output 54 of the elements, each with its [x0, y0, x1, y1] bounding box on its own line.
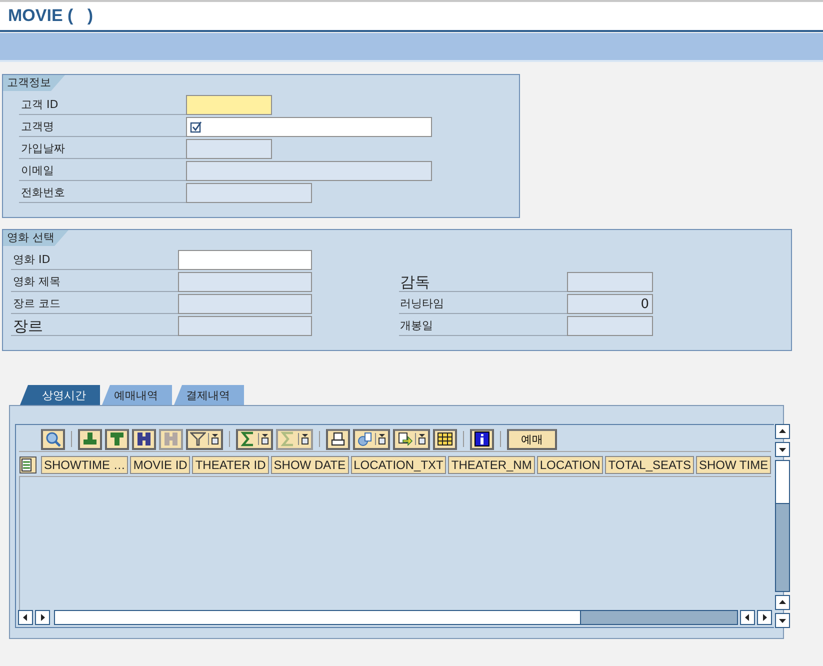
toolbar-button[interactable]: [186, 428, 223, 450]
input-field[interactable]: [567, 272, 653, 292]
dropdown-icon: [375, 433, 386, 445]
scroll-right-button[interactable]: [35, 610, 50, 625]
input-field[interactable]: [186, 95, 272, 115]
column-header[interactable]: MOVIE ID: [130, 456, 190, 474]
scroll-thumb[interactable]: [776, 461, 790, 504]
column-header[interactable]: LOCATION: [536, 456, 604, 474]
toolbar-button[interactable]: [433, 428, 457, 450]
scroll-left-button[interactable]: [18, 610, 33, 625]
dropdown-icon: [258, 433, 269, 445]
select-all-icon[interactable]: [19, 456, 37, 474]
input-field[interactable]: [178, 316, 312, 336]
column-header[interactable]: THEATER ID: [192, 456, 269, 474]
input-field[interactable]: [178, 294, 312, 314]
dropdown-icon: [415, 433, 426, 445]
toolbar-button[interactable]: 예매: [507, 428, 557, 450]
column-header[interactable]: SHOW DATE: [270, 456, 349, 474]
toolbar-button[interactable]: [353, 428, 390, 450]
column-header[interactable]: SHOWTIME …: [41, 456, 128, 474]
scroll-down-button[interactable]: [775, 613, 790, 628]
input-field[interactable]: [567, 316, 653, 336]
toolbar-button[interactable]: [326, 428, 350, 450]
tab[interactable]: 예매내역: [102, 385, 172, 405]
tab[interactable]: 상영시간: [20, 385, 100, 405]
group-title: 영화 선택: [3, 230, 68, 246]
tab[interactable]: 결제내역: [174, 385, 244, 405]
column-header[interactable]: SHOW TIME: [696, 456, 772, 474]
input-field[interactable]: [178, 272, 312, 292]
input-field[interactable]: [186, 183, 312, 203]
input-field[interactable]: [186, 117, 432, 137]
group-title: 고객정보: [3, 75, 65, 91]
column-header[interactable]: TOTAL_SEATS: [605, 456, 694, 474]
column-header[interactable]: LOCATION_TXT: [350, 456, 446, 474]
toolbar-button[interactable]: [470, 428, 494, 450]
toolbar-button[interactable]: [393, 428, 430, 450]
input-field[interactable]: [186, 161, 432, 181]
scroll-up-button[interactable]: [775, 595, 790, 610]
scroll-right-button[interactable]: [757, 610, 772, 625]
scrollbar-track[interactable]: [775, 460, 790, 592]
input-field[interactable]: [178, 250, 312, 270]
dropdown-icon: [298, 433, 309, 445]
input-field[interactable]: 0: [567, 294, 653, 314]
scroll-thumb[interactable]: [55, 611, 582, 624]
dropdown-icon: [208, 433, 219, 445]
column-header[interactable]: THEATER_NM: [448, 456, 535, 474]
scroll-left-button[interactable]: [740, 610, 756, 625]
window-title: MOVIE ( ): [8, 6, 93, 26]
input-field[interactable]: [186, 139, 272, 159]
toolbar-button[interactable]: [236, 428, 273, 450]
scroll-up-button[interactable]: [775, 424, 790, 439]
checkbox-icon: [190, 121, 202, 133]
scroll-down-button[interactable]: [775, 442, 790, 457]
toolbar-button[interactable]: [132, 428, 156, 450]
